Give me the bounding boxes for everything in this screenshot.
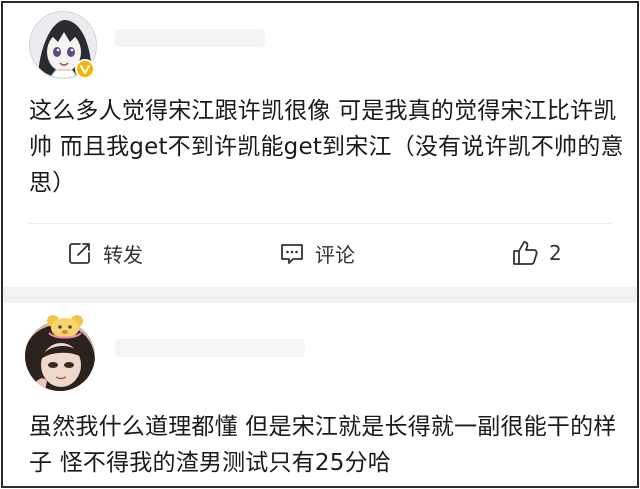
action-bar: 转发 评论 2 [3, 233, 637, 273]
comment-label: 评论 [315, 242, 355, 267]
verified-badge-icon [75, 59, 95, 79]
comment-text: 虽然我什么道理都懂 但是宋江就是长得就一副很能干的样子 怪不得我的渣男测试只有2… [29, 414, 617, 476]
repost-label: 转发 [103, 242, 143, 267]
like-count: 2 [549, 241, 562, 265]
bear-sticker-icon [47, 315, 83, 339]
post-text: 这么多人觉得宋江跟许凯很像 可是我真的觉得宋江比许凯帅 而且我get不到许凯能g… [29, 98, 624, 196]
repost-button[interactable]: 转发 [67, 233, 143, 273]
username-redacted [115, 339, 305, 357]
repost-icon [69, 243, 90, 264]
post-card: 这么多人觉得宋江跟许凯很像 可是我真的觉得宋江比许凯帅 而且我get不到许凯能g… [3, 3, 637, 287]
username-redacted [115, 29, 265, 47]
section-gap [3, 287, 637, 303]
divider [29, 223, 611, 224]
comment-button[interactable]: 评论 [279, 233, 355, 273]
like-button[interactable]: 2 [511, 233, 562, 273]
comment-card: 虽然我什么道理都懂 但是宋江就是长得就一副很能干的样子 怪不得我的渣男测试只有2… [3, 303, 637, 486]
comment-icon [281, 244, 303, 264]
screenshot-frame: 这么多人觉得宋江跟许凯很像 可是我真的觉得宋江比许凯帅 而且我get不到许凯能g… [1, 1, 639, 488]
thumbs-up-icon [513, 241, 538, 265]
